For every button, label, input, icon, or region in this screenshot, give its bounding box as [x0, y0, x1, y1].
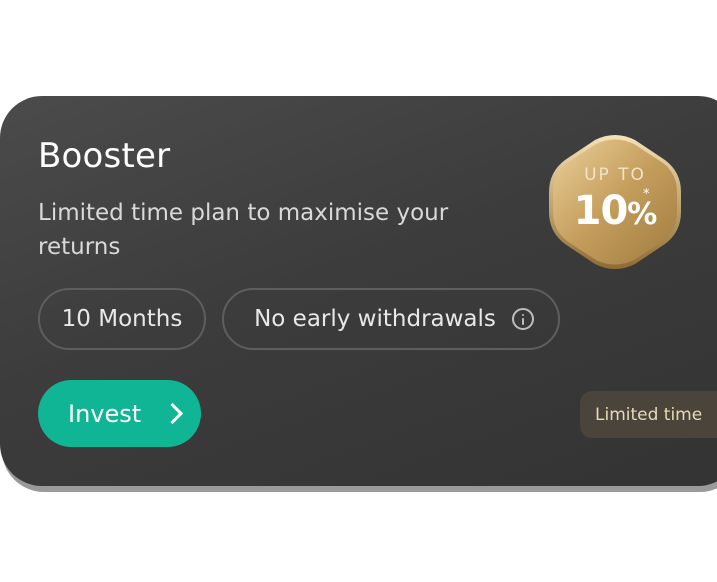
limited-time-tag: Limited time [580, 391, 717, 438]
withdrawal-chip-label: No early withdrawals [254, 306, 496, 332]
tenure-chip: 10 Months [38, 288, 206, 350]
badge-footnote-mark: * [643, 187, 650, 202]
chevron-right-icon [162, 402, 184, 425]
limited-time-tag-label: Limited time [595, 404, 703, 425]
return-rate-badge: UP TO 10% * [547, 132, 683, 272]
invest-button-label: Invest [68, 399, 142, 428]
badge-rate-value: 10% [547, 188, 683, 234]
invest-button[interactable]: Invest [38, 380, 201, 447]
plan-title: Booster [38, 136, 171, 176]
stage: Booster Limited time plan to maximise yo… [0, 0, 717, 582]
badge-up-to-label: UP TO [584, 165, 646, 185]
booster-plan-card: Booster Limited time plan to maximise yo… [0, 96, 717, 486]
info-icon[interactable] [511, 308, 534, 330]
tenure-chip-label: 10 Months [61, 306, 183, 332]
withdrawal-chip[interactable]: No early withdrawals [222, 288, 560, 350]
badge-rate-number: 10 [573, 188, 629, 234]
badge-rate-unit: % [627, 197, 657, 232]
plan-subtitle: Limited time plan to maximise your retur… [38, 200, 449, 260]
